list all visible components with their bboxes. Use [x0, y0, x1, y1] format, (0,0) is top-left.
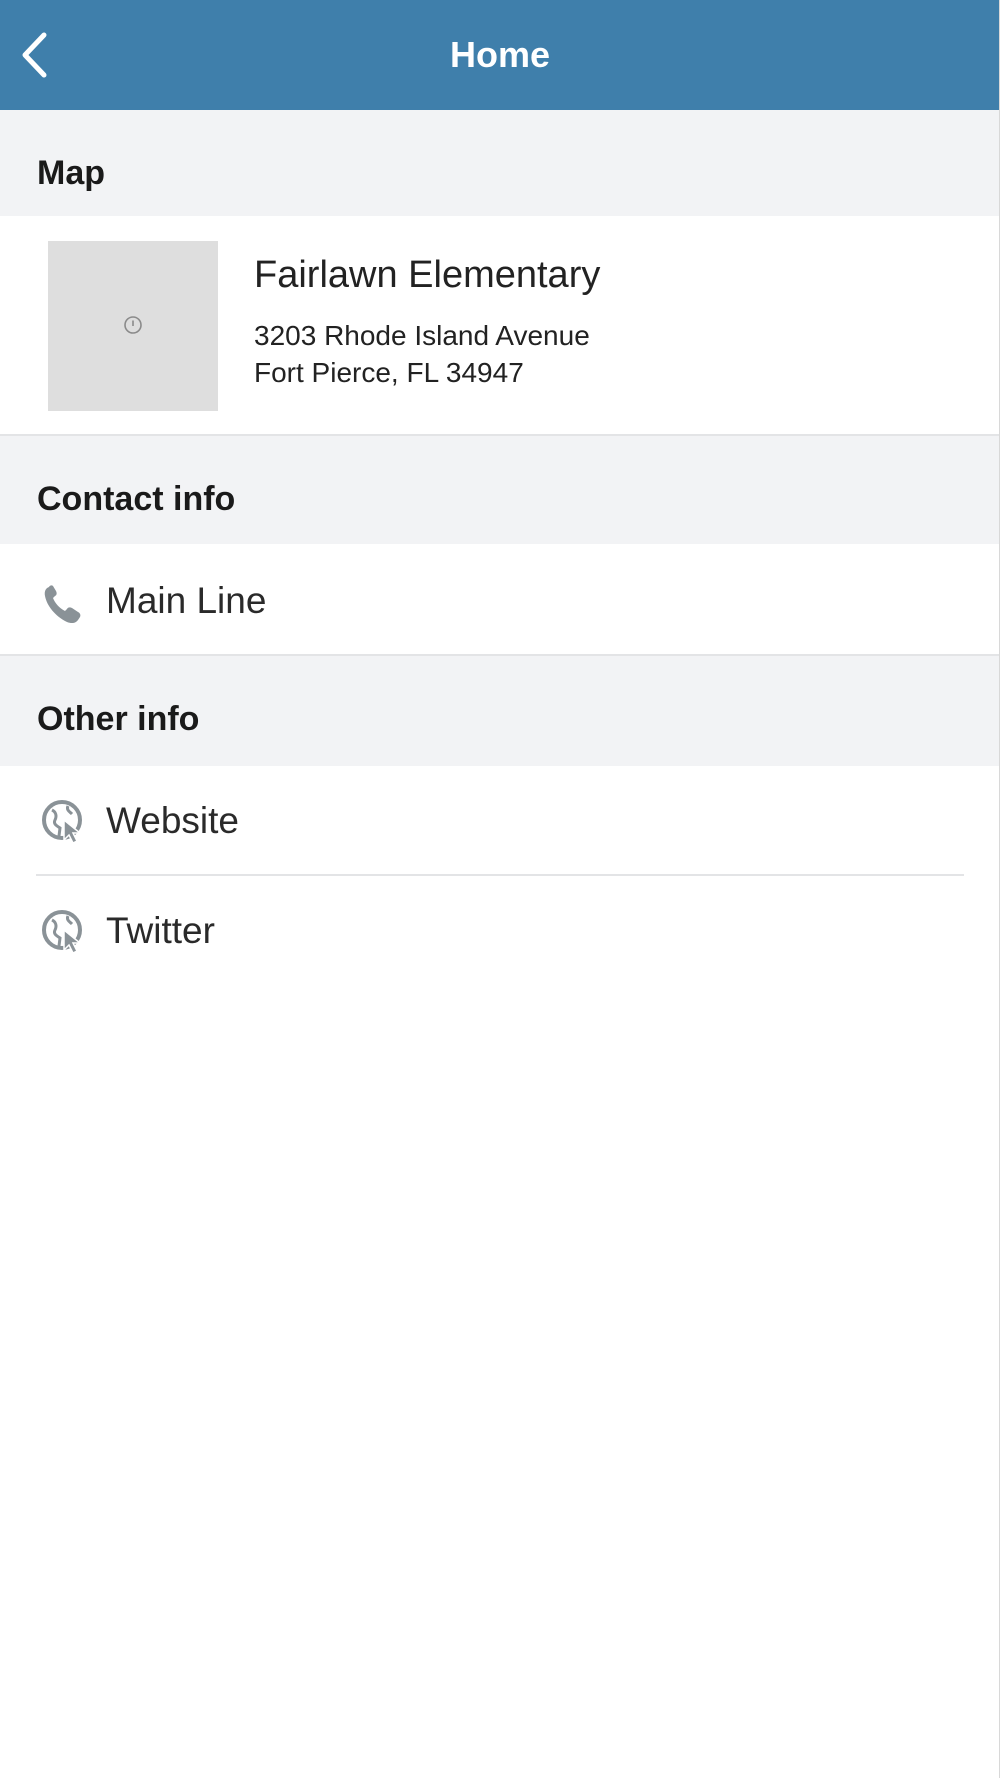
twitter-label: Twitter [106, 910, 215, 951]
section-header-map: Map [0, 110, 1000, 216]
globe-cursor-icon [42, 800, 83, 845]
address-line-2: Fort Pierce, FL 34947 [254, 357, 524, 388]
back-button[interactable] [14, 28, 54, 82]
phone-icon [44, 585, 81, 624]
section-label-map: Map [37, 154, 105, 192]
list-item-twitter[interactable]: Twitter [0, 876, 1000, 984]
list-item-main-line[interactable]: Main Line [0, 544, 1000, 654]
place-name: Fairlawn Elementary [254, 254, 601, 296]
globe-cursor-icon [42, 910, 83, 955]
chevron-left-icon [22, 32, 47, 78]
nav-bar: Home [0, 0, 1000, 110]
page-title: Home [449, 34, 551, 75]
app-screen: Home Map Fairlawn Elementary 3203 Rhode … [0, 0, 1000, 1778]
main-line-label: Main Line [106, 580, 267, 621]
map-pin-icon [124, 316, 142, 334]
website-label: Website [106, 800, 239, 841]
section-label-other: Other info [37, 700, 200, 738]
section-label-contact: Contact info [37, 480, 236, 518]
section-header-contact: Contact info [0, 436, 1000, 544]
list-item-website[interactable]: Website [0, 766, 1000, 874]
section-header-other: Other info [0, 656, 1000, 766]
address-line-1: 3203 Rhode Island Avenue [254, 320, 590, 351]
